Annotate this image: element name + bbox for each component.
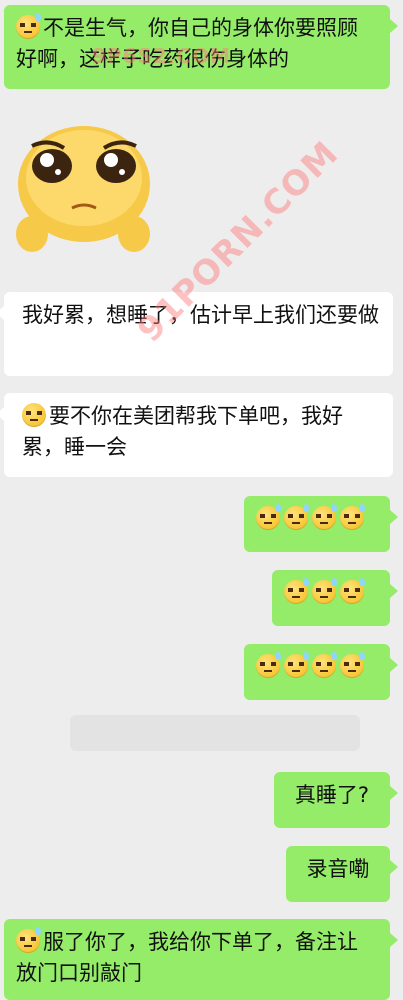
message-bubble-outgoing[interactable]: 真睡了? xyxy=(274,772,398,828)
message-bubble-outgoing[interactable]: 录音嘞 xyxy=(286,846,398,902)
sweat-smile-icon xyxy=(312,578,337,604)
sweat-smile-icon xyxy=(312,504,337,530)
message-bubble-incoming[interactable]: 我好累，想睡了，估计早上我们还要做 xyxy=(0,292,393,376)
message-text: 服了你了，我给你下单了，备注让放门口别敲门 xyxy=(16,930,358,985)
sweat-smile-icon xyxy=(284,504,309,530)
message-text: 真睡了? xyxy=(294,783,370,807)
sweat-smile-icon xyxy=(284,578,309,604)
sweat-smile-icon xyxy=(256,652,281,678)
blurred-system-message xyxy=(70,715,360,751)
pleading-face-sticker[interactable] xyxy=(14,122,154,256)
message-bubble-outgoing[interactable] xyxy=(244,496,398,552)
message-text: 要不你在美团帮我下单吧，我好累，睡一会 xyxy=(22,404,343,459)
message-text: 录音嘞 xyxy=(306,857,370,881)
sweat-smile-icon xyxy=(16,927,41,953)
sweat-smile-icon xyxy=(256,504,281,530)
sweat-smile-icon xyxy=(340,578,365,604)
message-bubble-outgoing[interactable] xyxy=(272,570,398,626)
sweat-smile-icon xyxy=(340,504,365,530)
sweat-smile-icon xyxy=(16,13,41,39)
sweat-smile-icon xyxy=(340,652,365,678)
message-bubble-outgoing[interactable]: 服了你了，我给你下单了，备注让放门口别敲门 xyxy=(4,919,398,1000)
message-bubble-outgoing[interactable] xyxy=(244,644,398,700)
tired-face-icon xyxy=(22,403,46,427)
message-bubble-incoming[interactable]: 要不你在美团帮我下单吧，我好累，睡一会 xyxy=(0,393,393,477)
message-text: 不是生气，你自己的身体你要照顾好啊，这样子吃药很伤身体的 xyxy=(16,16,358,71)
message-text: 我好累，想睡了，估计早上我们还要做 xyxy=(22,303,379,327)
sweat-smile-icon xyxy=(312,652,337,678)
sweat-smile-icon xyxy=(284,652,309,678)
message-bubble-outgoing[interactable]: 不是生气，你自己的身体你要照顾好啊，这样子吃药很伤身体的 xyxy=(4,5,398,89)
